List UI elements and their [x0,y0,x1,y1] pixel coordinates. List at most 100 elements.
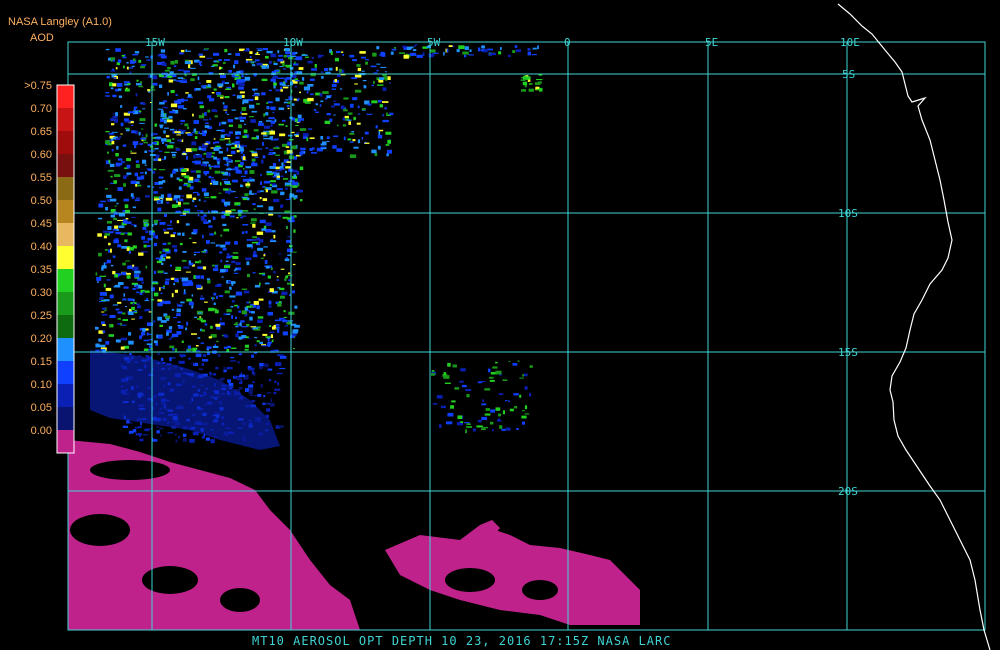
aerosol-pixel [241,288,247,290]
aerosol-pixel [354,74,362,78]
aerosol-pixel [321,76,324,79]
aerosol-pixel [278,123,284,126]
aerosol-pixel [154,123,158,127]
aerosol-pixel [169,128,175,131]
aerosol-pixel [309,137,315,139]
aerosol-pixel [283,54,287,58]
aerosol-pixel [235,169,241,174]
aerosol-pixel [187,94,192,98]
aerosol-pixel [524,373,528,377]
aerosol-pixel [116,83,123,87]
aerosol-pixel [296,171,300,176]
aerosol-pixel [447,362,451,367]
aerosol-pixel [176,308,181,313]
aerosol-pixel [109,82,113,87]
aerosol-pixel [512,50,516,53]
aerosol-pixel [286,161,291,163]
scale-swatch [57,338,74,361]
aerosol-pixel [125,272,131,275]
aerosol-pixel [387,76,391,80]
aerosol-pixel [122,210,126,213]
aerosol-pixel [257,49,263,51]
aerosol-pixel [251,153,258,157]
aerosol-pixel [376,46,380,50]
aerosol-pixel [192,113,194,117]
aerosol-pixel [172,204,178,208]
aerosol-pixel [282,164,286,167]
aerosol-pixel [231,315,233,319]
aerosol-pixel [352,139,356,142]
aerosol-pixel [260,257,264,259]
aerosol-pixel [255,148,263,150]
aerosol-pixel [168,338,172,340]
aerosol-pixel [276,279,279,281]
aerosol-pixel [186,194,192,199]
aerosol-pixel [170,234,175,238]
aerosol-pixel [235,322,238,326]
aerosol-pixel [246,261,250,266]
aerosol-pixel [95,326,99,330]
aerosol-pixel [379,77,384,80]
aerosol-pixel [265,265,270,269]
aerosol-pixel [341,51,344,53]
aerosol-pixel [234,241,238,245]
aerosol-pixel [228,124,233,127]
aerosol-pixel [238,124,242,129]
aerosol-pixel [300,147,306,151]
aerosol-pixel [193,229,198,233]
aerosol-pixel [173,283,176,286]
aerosol-pixel [134,270,141,274]
scale-swatch [57,154,74,177]
aerosol-pixel [299,118,305,121]
aerosol-pixel [336,124,339,127]
aerosol-pixel [215,323,221,327]
aerosol-pixel [178,201,181,205]
aerosol-pixel [536,88,542,91]
aerosol-pixel [262,142,264,145]
aerosol-pixel [287,101,290,104]
aerosol-pixel [174,131,181,134]
aerosol-pixel [464,46,469,50]
aerosol-pixel [167,242,171,245]
aerosol-pixel [263,135,268,137]
aerosol-pixel [162,242,167,246]
aerosol-pixel [127,83,131,85]
aerosol-pixel [208,219,211,223]
aerosol-pixel [223,334,227,337]
aerosol-pixel [223,59,230,61]
aerosol-pixel [347,138,352,141]
lon-label-10w: 10W [283,36,303,49]
aerosol-pixel [378,129,384,132]
aerosol-pixel [228,280,232,284]
aerosol-pixel [160,255,163,260]
aerosol-pixel [197,76,200,81]
aod-map: 15W 10W 5W 0 5E 10E 5S 10S 15S 20S >0.75… [24,3,991,650]
aerosol-pixel [136,291,140,294]
aerosol-pixel [235,333,239,338]
aerosol-pixel [481,416,487,420]
aerosol-pixel [132,302,135,305]
aerosol-pixel [134,199,140,202]
aerosol-pixel [343,97,349,100]
aerosol-pixel [216,295,218,299]
aerosol-pixel [350,103,354,108]
aerosol-pixel [172,156,176,158]
aerosol-pixel [292,251,297,253]
aerosol-pixel [254,344,257,347]
aerosol-pixel [330,105,335,108]
aerosol-pixel [132,245,137,249]
aerosol-pixel [213,292,217,296]
aerosol-pixel [279,133,286,137]
aerosol-pixel [346,119,352,121]
aerosol-pixel [515,49,522,52]
aerosol-pixel [228,383,234,386]
aerosol-pixel [256,103,260,105]
aerosol-pixel [154,147,159,150]
aerosol-pixel [502,410,505,415]
aerosol-pixel [501,428,506,431]
aerosol-pixel [248,338,251,340]
aerosol-pixel [200,85,206,88]
aerosol-pixel [270,78,276,82]
aerosol-pixel [255,59,260,62]
aerosol-pixel [269,331,275,334]
